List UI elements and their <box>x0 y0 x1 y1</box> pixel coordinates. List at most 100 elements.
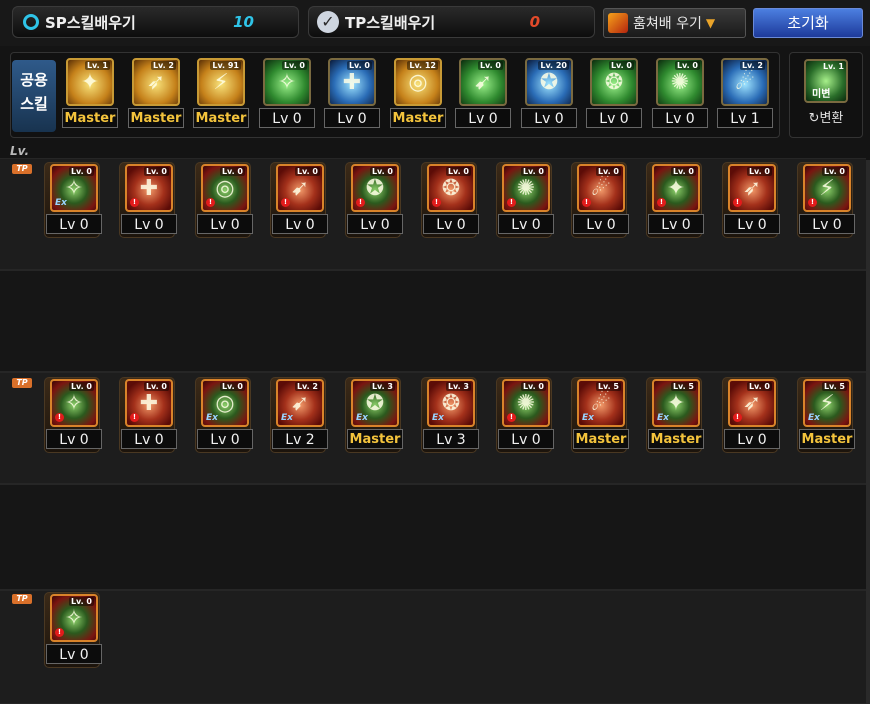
tp-points-value: 0 <box>529 13 540 31</box>
crescent-icon[interactable]: ✧ Lv. 0! <box>50 379 98 427</box>
shield-icon[interactable]: ✪ Lv. 0! <box>351 164 399 212</box>
star-burst-icon[interactable]: ☄ Lv. 5 Ex <box>577 379 625 427</box>
skill-slot[interactable]: ⚡ Lv. 91 Master <box>193 58 249 128</box>
skill-slot[interactable]: ✚ Lv. 0! Lv 0 <box>121 164 177 234</box>
skill-slot[interactable]: ✦ Lv. 5 Ex Master <box>648 379 704 449</box>
skill-level-label: Master <box>648 429 704 449</box>
transform-level-tag: Lv. 1 <box>822 62 844 71</box>
transform-button[interactable]: ↻변환 <box>790 107 862 126</box>
skill-slot[interactable]: ✧ Lv. 0! Lv 0 <box>46 379 102 449</box>
skill-slot[interactable]: ✦ Lv. 0! Lv 0 <box>648 164 704 234</box>
storm-icon[interactable]: ➶ Lv. 0! <box>728 379 776 427</box>
skill-slot[interactable]: ◎ Lv. 0! Lv 0 <box>197 164 253 234</box>
target-icon[interactable]: ◎ Lv. 12 <box>394 58 442 106</box>
skill-level-label: Master <box>390 108 446 128</box>
skill-slot[interactable]: ➹ Lv. 0 Lv 0 <box>455 58 511 128</box>
phantom-icon[interactable]: ✧ Lv. 0! <box>50 594 98 642</box>
skill-glyph: ✚ <box>342 70 362 95</box>
crosshair-icon[interactable]: ✚ Lv. 0 <box>328 58 376 106</box>
skill-slot[interactable]: ➶ Lv. 0! Lv 0 <box>724 164 780 234</box>
skill-slot[interactable]: ✧ Lv. 0 Lv 0 <box>259 58 315 128</box>
skill-slot[interactable]: ➹ Lv. 2 Ex Lv 2 <box>272 379 328 449</box>
skill-slot[interactable]: ☄ Lv. 0! Lv 0 <box>573 164 629 234</box>
skill-slot[interactable]: ⚡ Lv. 0! Lv 0 <box>799 164 855 234</box>
skill-slot[interactable]: ➶ Lv. 2 Master <box>128 58 184 128</box>
skill-level-tag: Lv. 5 <box>670 382 696 391</box>
skill-slot[interactable]: ✪ Lv. 20 Lv 0 <box>521 58 577 128</box>
skill-level-label: Master <box>62 108 118 128</box>
skill-level-label: Lv 0 <box>347 214 403 234</box>
skill-slot[interactable]: ◎ Lv. 0 Ex Lv 0 <box>197 379 253 449</box>
arc-icon[interactable]: ✦ Lv. 0! <box>652 164 700 212</box>
rise-icon[interactable]: ✦ Lv. 5 Ex <box>652 379 700 427</box>
strike-icon[interactable]: ⚡ Lv. 91 <box>197 58 245 106</box>
thrust-icon[interactable]: ➹ Lv. 0! <box>276 164 324 212</box>
skill-level-tag: Lv. 0 <box>68 597 94 606</box>
demon-icon[interactable]: ❂ Lv. 3 Ex <box>427 379 475 427</box>
slash-icon[interactable]: ✚ Lv. 0! <box>125 164 173 212</box>
skill-slot[interactable]: ✪ Lv. 0! Lv 0 <box>347 164 403 234</box>
skill-slot[interactable]: ✧ Lv. 0 Ex Lv 0 <box>46 164 102 234</box>
cross-icon[interactable]: ➶ Lv. 0! <box>728 164 776 212</box>
claw-icon[interactable]: ◎ Lv. 0! <box>201 164 249 212</box>
rays-icon[interactable]: ✺ Lv. 0! <box>502 379 550 427</box>
alert-icon: ! <box>582 198 591 207</box>
skill-slot[interactable]: ☄ Lv. 2 Lv 1 <box>717 58 773 128</box>
skill-slot[interactable]: ✚ Lv. 0 Lv 0 <box>324 58 380 128</box>
running-icon[interactable]: ✦ Lv. 1 <box>66 58 114 106</box>
skill-slot[interactable]: ✧ Lv. 0! Lv 0 <box>46 594 102 664</box>
skill-level-label: Lv 0 <box>324 108 380 128</box>
burst-icon[interactable]: ☄ Lv. 0! <box>577 164 625 212</box>
skill-level-label: Master <box>347 429 403 449</box>
skill-slot[interactable]: ✦ Lv. 1 Master <box>62 58 118 128</box>
skill-level-tag: Lv. 0 <box>477 61 503 70</box>
impact-icon[interactable]: ✚ Lv. 0! <box>125 379 173 427</box>
swift-icon[interactable]: ☄ Lv. 2 <box>721 58 769 106</box>
skill-level-tag: Lv. 0 <box>68 382 94 391</box>
lv-marker: Lv. <box>10 144 30 158</box>
skill-slot[interactable]: ❂ Lv. 0! Lv 0 <box>423 164 479 234</box>
skill-slot[interactable]: ☄ Lv. 5 Ex Master <box>573 379 629 449</box>
spin-kick-icon[interactable]: ✧ Lv. 0 Ex <box>50 164 98 212</box>
skill-level-label: Lv 0 <box>455 108 511 128</box>
skill-level-label: Lv 0 <box>498 214 554 234</box>
wave-icon[interactable]: ➹ Lv. 2 Ex <box>276 379 324 427</box>
alert-icon: ! <box>55 413 64 422</box>
learn-mode-dropdown[interactable]: 훔쳐배 우기 ▼ <box>603 8 746 38</box>
skill-slot[interactable]: ✚ Lv. 0! Lv 0 <box>121 379 177 449</box>
cyclone-icon[interactable]: ⚡ Lv. 0! <box>803 164 851 212</box>
mask-icon[interactable]: ✪ Lv. 3 Ex <box>351 379 399 427</box>
wings-icon[interactable]: ✧ Lv. 0 <box>263 58 311 106</box>
whirl-icon[interactable]: ❂ Lv. 0! <box>427 164 475 212</box>
scrollbar[interactable] <box>866 160 870 704</box>
skill-slot[interactable]: ◎ Lv. 12 Master <box>390 58 446 128</box>
skill-glyph: ⚡ <box>213 70 229 95</box>
flame-icon[interactable]: ✺ Lv. 0! <box>502 164 550 212</box>
tp-learn-panel[interactable]: ✓ TP스킬배우기 0 <box>308 6 595 38</box>
skill-slot[interactable]: ✺ Lv. 0! Lv 0 <box>498 164 554 234</box>
skill-glyph: ➶ <box>146 70 166 95</box>
skill-slot[interactable]: ❂ Lv. 0 Lv 0 <box>586 58 642 128</box>
skill-level-tag: Lv. 0 <box>674 61 700 70</box>
transform-icon[interactable]: 미변 Lv. 1 <box>804 59 848 103</box>
tower-icon[interactable]: ⚡ Lv. 5 Ex <box>803 379 851 427</box>
armor-icon[interactable]: ✺ Lv. 0 <box>656 58 704 106</box>
skill-slot[interactable]: ➶ Lv. 0! Lv 0 <box>724 379 780 449</box>
skill-level-tag: Lv. 0 <box>520 167 546 176</box>
skill-level-label: Lv 0 <box>197 214 253 234</box>
skill-slot[interactable]: ⚡ Lv. 5 Ex Master <box>799 379 855 449</box>
skill-slot[interactable]: ➹ Lv. 0! Lv 0 <box>272 164 328 234</box>
reset-button[interactable]: 초기화 <box>753 8 863 38</box>
leap-icon[interactable]: ➶ Lv. 2 <box>132 58 180 106</box>
dash-icon[interactable]: ➹ Lv. 0 <box>459 58 507 106</box>
skill-slot[interactable]: ✪ Lv. 3 Ex Master <box>347 379 403 449</box>
transform-box[interactable]: 미변 Lv. 1 ↻변환 <box>789 52 863 138</box>
orb-icon[interactable]: ◎ Lv. 0 Ex <box>201 379 249 427</box>
skill-slot[interactable]: ✺ Lv. 0! Lv 0 <box>498 379 554 449</box>
skill-slot[interactable]: ✺ Lv. 0 Lv 0 <box>652 58 708 128</box>
vortex-icon[interactable]: ❂ Lv. 0 <box>590 58 638 106</box>
sp-learn-panel[interactable]: SP스킬배우기 10 <box>12 6 299 38</box>
skill-slot[interactable]: ❂ Lv. 3 Ex Lv 3 <box>423 379 479 449</box>
jump-icon[interactable]: ✪ Lv. 20 <box>525 58 573 106</box>
alert-icon: ! <box>130 198 139 207</box>
